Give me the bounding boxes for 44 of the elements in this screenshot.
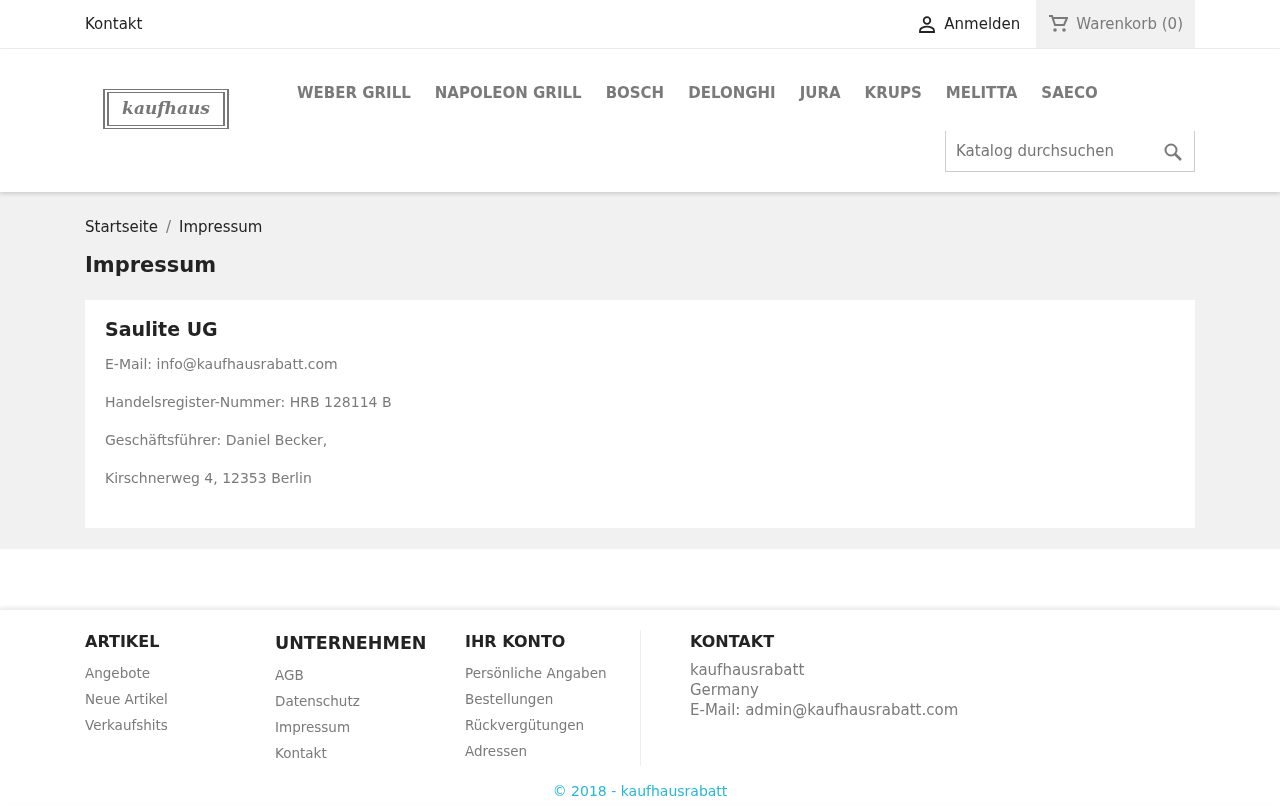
menu-link[interactable]: BOSCH [593,82,677,105]
login-link[interactable]: Anmelden [918,12,1021,36]
footer-heading: UNTERNEHMEN [275,632,428,655]
menu-link[interactable]: WEBER GRILL [285,82,423,105]
info-text: Geschäftsführer: Daniel Becker, [105,431,329,451]
logo[interactable]: kaufhaus [103,89,229,129]
footer-link[interactable]: Neue Artikel [85,686,275,712]
breadcrumb-link[interactable]: Startseite [85,216,158,239]
info-text: Handelsregister-Nummer: HRB 128114 B [105,393,393,413]
menu-link[interactable]: SAECO [1029,82,1110,105]
user-icon [918,15,937,33]
footer-link[interactable]: Bestellungen [465,686,640,712]
info-text: Kirschnerweg 4, 12353 Berlin [105,469,313,489]
footer-heading: IHR KONTO [465,631,567,653]
search-field[interactable]: Katalog durchsuchen [945,130,1195,172]
footer-heading: KONTAKT [690,631,776,653]
info-text: E-Mail: info@kaufhausrabatt.com [105,355,339,375]
page-title: Impressum [85,252,218,278]
footer-link[interactable]: Verkaufshits [85,712,275,738]
footer-link[interactable]: Rückvergütungen [465,712,640,738]
menu-link[interactable]: JURA [787,82,853,105]
footer-link[interactable]: AGB [275,662,465,689]
copyright-link[interactable]: © 2018 - kaufhausrabatt [552,783,728,800]
breadcrumb-link[interactable]: Impressum [179,216,263,239]
search-icon[interactable] [1163,141,1183,162]
footer-link[interactable]: Angebote [85,660,275,686]
footer-heading: ARTIKEL [85,631,161,653]
contact-text: E-Mail: admin@kaufhausrabatt.com [690,700,959,720]
footer-link[interactable]: Datenschutz [275,688,465,715]
footer-link[interactable]: Impressum [275,714,465,741]
company-heading: Saulite UG [105,317,219,341]
contact-text: Germany [690,680,760,700]
menu-link[interactable]: KRUPS [852,82,934,105]
cart-button[interactable]: Warenkorb (0) [1036,0,1195,48]
menu-link[interactable]: DELONGHI [676,82,788,105]
contact-link[interactable]: Kontakt [85,12,143,36]
contact-text: kaufhausrabatt [690,660,806,680]
breadcrumb-separator: / [165,217,172,238]
footer-link[interactable]: Adressen [465,738,640,764]
menu-link[interactable]: MELITTA [933,82,1030,105]
footer-link[interactable]: Persönliche Angaben [465,660,640,686]
cart-icon [1048,14,1069,34]
menu-link[interactable]: NAPOLEON GRILL [422,82,594,105]
footer-link[interactable]: Kontakt [275,740,465,767]
